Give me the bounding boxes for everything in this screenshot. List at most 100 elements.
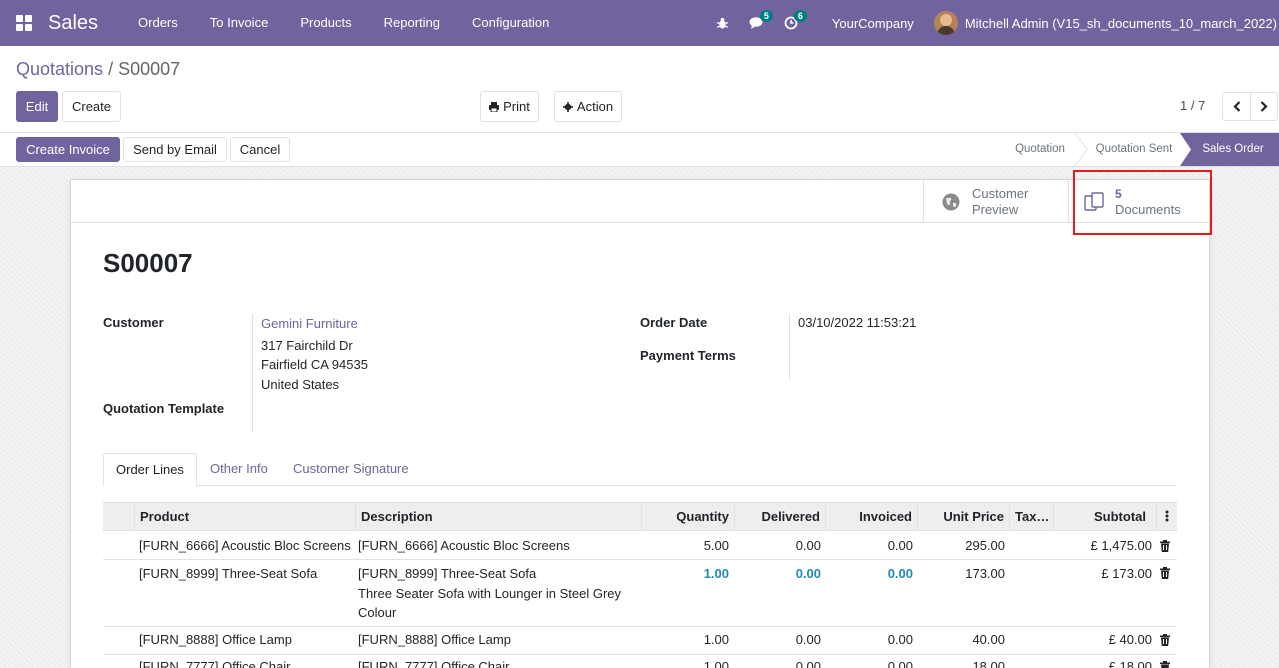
delete-line-trash-icon[interactable]: [1159, 567, 1171, 579]
print-label: Print: [503, 99, 530, 114]
app-name[interactable]: Sales: [48, 12, 98, 35]
delete-line-trash-icon[interactable]: [1159, 634, 1171, 646]
row-description-line-1: [FURN_8999] Three-Seat Sofa: [358, 566, 537, 581]
user-name: Mitchell Admin (V15_sh_documents_10_marc…: [964, 15, 1277, 31]
table-row[interactable]: [FURN_8999] Three-Seat Sofa [FURN_8999] …: [103, 560, 1177, 627]
order-name: S00007: [103, 248, 193, 278]
row-delivered: 0.00: [795, 566, 821, 581]
optional-columns-icon[interactable]: [1157, 503, 1177, 530]
menu-reporting[interactable]: Reporting: [368, 0, 456, 46]
documents-highlight-box: [1073, 170, 1212, 235]
payment-terms-label: Payment Terms: [640, 348, 736, 363]
column-header-description[interactable]: Description: [356, 503, 642, 530]
tab-other-info[interactable]: Other Info: [198, 453, 280, 486]
row-description: [FURN_7777] Office Chair: [358, 659, 510, 668]
row-delivered: 0.00: [795, 632, 821, 647]
create-invoice-button[interactable]: Create Invoice: [16, 137, 120, 162]
tab-customer-signature[interactable]: Customer Signature: [281, 453, 421, 486]
messages-count-badge: 5: [759, 10, 773, 22]
row-product[interactable]: [FURN_8999] Three-Seat Sofa: [139, 566, 317, 581]
menu-products[interactable]: Products: [284, 0, 367, 46]
user-menu[interactable]: Mitchell Admin (V15_sh_documents_10_marc…: [933, 11, 1279, 35]
left-field-divider: [252, 314, 253, 432]
activities-clock-icon[interactable]: 6: [774, 0, 808, 46]
table-row[interactable]: [FURN_6666] Acoustic Bloc Screens [FURN_…: [103, 531, 1177, 560]
row-quantity: 1.00: [703, 659, 729, 668]
customer-preview-button[interactable]: Customer Preview: [923, 180, 1068, 223]
row-delivered: 0.00: [795, 538, 821, 553]
row-description-line-3: Colour: [358, 605, 397, 620]
tab-order-lines[interactable]: Order Lines: [103, 453, 197, 486]
delete-line-trash-icon[interactable]: [1159, 540, 1171, 552]
customer-link[interactable]: Gemini Furniture: [261, 316, 358, 331]
stage-quotation[interactable]: Quotation: [1004, 133, 1076, 166]
pager-next-button[interactable]: [1250, 92, 1278, 121]
column-header-unit-price[interactable]: Unit Price: [918, 503, 1010, 530]
action-button[interactable]: Action: [554, 91, 622, 122]
row-quantity: 1.00: [703, 632, 729, 647]
row-quantity: 1.00: [703, 566, 729, 581]
row-product[interactable]: [FURN_6666] Acoustic Bloc Screens: [139, 538, 351, 553]
row-delivered: 0.00: [795, 659, 821, 668]
column-header-product[interactable]: Product: [135, 503, 356, 530]
activities-count-badge: 6: [793, 10, 807, 22]
row-invoiced: 0.00: [887, 632, 913, 647]
breadcrumb-separator: /: [108, 59, 114, 79]
handle-column-header: [103, 503, 135, 530]
customer-label: Customer: [103, 315, 164, 330]
menu-configuration[interactable]: Configuration: [456, 0, 565, 46]
pager-previous-button[interactable]: [1222, 92, 1251, 121]
menu-to-invoice[interactable]: To Invoice: [194, 0, 285, 46]
row-unit-price: 40.00: [972, 632, 1005, 647]
right-field-divider: [789, 314, 790, 380]
pager-value[interactable]: 1 / 7: [1180, 98, 1205, 113]
top-navbar: Sales Orders To Invoice Products Reporti…: [0, 0, 1279, 46]
action-label: Action: [576, 99, 614, 114]
send-by-email-button[interactable]: Send by Email: [123, 137, 227, 162]
row-invoiced: 0.00: [887, 659, 913, 668]
customer-preview-line2: Preview: [972, 201, 1019, 217]
row-product[interactable]: [FURN_8888] Office Lamp: [139, 632, 292, 647]
breadcrumb-quotations-link[interactable]: Quotations: [16, 59, 103, 79]
chevron-left-icon: [1232, 101, 1240, 112]
column-header-invoiced[interactable]: Invoiced: [826, 503, 918, 530]
quotation-template-label: Quotation Template: [103, 401, 225, 416]
breadcrumb: Quotations / S00007: [16, 59, 180, 80]
breadcrumb-current: S00007: [118, 59, 181, 79]
column-header-quantity[interactable]: Quantity: [642, 503, 735, 530]
row-description-line-2: Three Seater Sofa with Lounger in Steel …: [358, 586, 622, 601]
row-subtotal: £ 173.00: [1101, 566, 1152, 581]
row-subtotal: £ 18.00: [1108, 659, 1152, 668]
stage-quotation-sent[interactable]: Quotation Sent: [1088, 133, 1180, 166]
column-header-taxes[interactable]: Tax…: [1010, 503, 1054, 530]
delete-line-trash-icon[interactable]: [1159, 661, 1171, 668]
messages-icon[interactable]: 5: [740, 0, 774, 46]
row-unit-price: 18.00: [972, 659, 1005, 668]
edit-button[interactable]: Edit: [16, 91, 58, 122]
print-button[interactable]: Print: [480, 91, 539, 122]
order-date-label: Order Date: [640, 315, 708, 330]
row-description: [FURN_6666] Acoustic Bloc Screens: [358, 538, 570, 553]
address-line-2: Fairfield CA 94535: [261, 357, 368, 372]
table-row[interactable]: [FURN_7777] Office Chair [FURN_7777] Off…: [103, 655, 1177, 668]
column-header-subtotal[interactable]: Subtotal: [1054, 503, 1157, 530]
chevron-right-icon: [1260, 101, 1268, 112]
table-row[interactable]: [FURN_8888] Office Lamp [FURN_8888] Offi…: [103, 627, 1177, 655]
company-switcher[interactable]: YourCompany: [808, 16, 934, 31]
row-subtotal: £ 1,475.00: [1090, 538, 1152, 553]
debug-bug-icon[interactable]: [706, 0, 740, 46]
apps-menu-icon[interactable]: [0, 0, 48, 46]
row-invoiced: 0.00: [887, 538, 913, 553]
stage-sales-order[interactable]: Sales Order: [1192, 133, 1274, 166]
status-bar: Create Invoice Send by Email Cancel Quot…: [0, 132, 1279, 167]
smart-button-box: Customer Preview 5 Documents: [71, 180, 1209, 223]
create-button[interactable]: Create: [62, 91, 121, 122]
row-quantity: 5.00: [703, 538, 729, 553]
gear-icon: [562, 101, 573, 112]
row-product[interactable]: [FURN_7777] Office Chair: [139, 659, 291, 668]
address-line-1: 317 Fairchild Dr: [261, 338, 353, 353]
column-header-delivered[interactable]: Delivered: [735, 503, 826, 530]
menu-orders[interactable]: Orders: [122, 0, 194, 46]
cancel-button[interactable]: Cancel: [230, 137, 290, 162]
row-unit-price: 173.00: [965, 566, 1005, 581]
